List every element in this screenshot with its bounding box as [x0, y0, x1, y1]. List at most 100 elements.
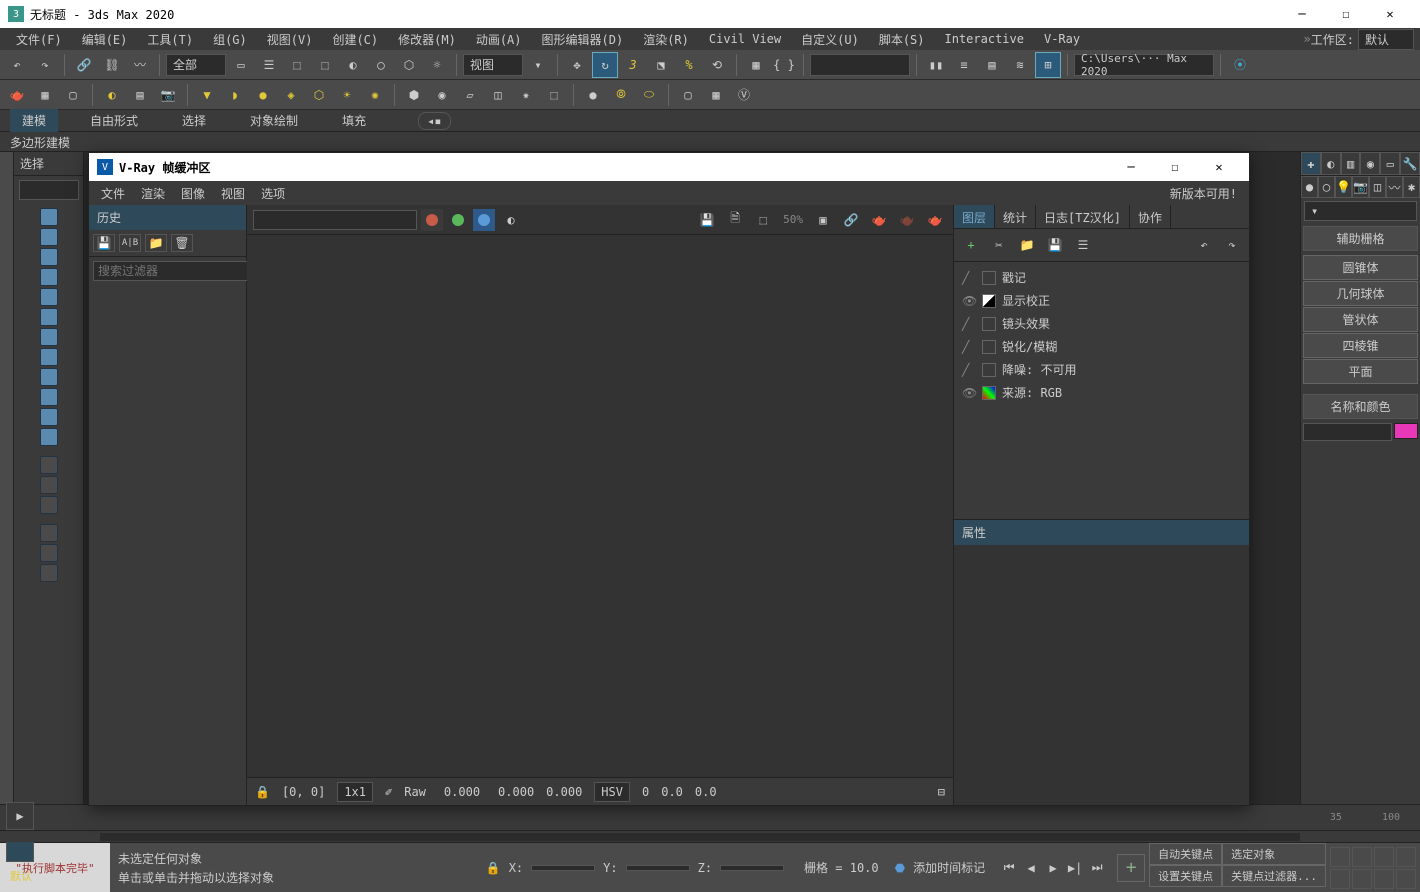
time-slider[interactable]	[0, 830, 1420, 842]
vfb-render-viewport[interactable]	[247, 235, 953, 777]
eye-icon[interactable]: ╱	[962, 340, 976, 354]
filter-misc2-icon[interactable]	[40, 476, 58, 494]
goto-start-button[interactable]: ⏮	[999, 858, 1019, 878]
vfb-maximize-button[interactable]: ☐	[1153, 153, 1197, 181]
ribbon-collapse-button[interactable]: ◂▪	[418, 112, 450, 130]
viewport-play-button[interactable]: ▶	[6, 802, 34, 830]
proxy-icon[interactable]: ⬢	[401, 82, 427, 108]
cmd-tab-hierarchy[interactable]: ▥	[1341, 152, 1361, 175]
goto-end-button[interactable]: ⏭	[1087, 858, 1107, 878]
eye-icon[interactable]: ╱	[962, 317, 976, 331]
set-key-button[interactable]: +	[1117, 854, 1145, 882]
vfb-open-icon[interactable]: ▢	[675, 82, 701, 108]
window-crossing-button[interactable]: ⬚	[312, 52, 338, 78]
vray-settings-icon[interactable]: ▦	[703, 82, 729, 108]
clipper-icon[interactable]: ◫	[485, 82, 511, 108]
scale-button[interactable]: 3	[620, 52, 646, 78]
workspace-selector[interactable]: 工作区: 默认	[1311, 29, 1414, 50]
vfb-title-bar[interactable]: V V-Ray 帧缓冲区 ─ ☐ ✕	[89, 153, 1249, 181]
vfb-channel-b-button[interactable]	[473, 209, 495, 231]
ribbon-tab-objectpaint[interactable]: 对象绘制	[238, 109, 310, 132]
create-geosphere-button[interactable]: 几何球体	[1303, 281, 1418, 306]
sub-helpers-icon[interactable]: ◫	[1369, 176, 1386, 198]
vfb-layer-add-icon[interactable]: +	[960, 235, 982, 255]
layers-button[interactable]: ≡	[951, 52, 977, 78]
toggle-ribbon-button[interactable]: ▤	[979, 52, 1005, 78]
rollout-name-header[interactable]: 名称和颜色	[1303, 394, 1418, 419]
menu-edit[interactable]: 编辑(E)	[72, 31, 138, 48]
align-button[interactable]: ▮▮	[923, 52, 949, 78]
rotate-button[interactable]: ↻	[592, 52, 618, 78]
create-tube-button[interactable]: 管状体	[1303, 307, 1418, 332]
time-tag-icon[interactable]: ⬣	[895, 861, 905, 875]
vfb-stop-button[interactable]: 🫖	[923, 208, 947, 232]
menu-vray[interactable]: V-Ray	[1034, 32, 1090, 46]
render-setup-icon[interactable]: ▦	[32, 82, 58, 108]
sub-systems-icon[interactable]: ✱	[1403, 176, 1420, 198]
vfb-render-button[interactable]: 🫖	[867, 208, 891, 232]
rollout-grid-header[interactable]: 辅助栅格	[1303, 226, 1418, 251]
create-pyramid-button[interactable]: 四棱锥	[1303, 333, 1418, 358]
material-editor-icon[interactable]: ◐	[99, 82, 125, 108]
fence-select-button[interactable]: ⬡	[396, 52, 422, 78]
select-object-button[interactable]: ▭	[228, 52, 254, 78]
eye-icon[interactable]: 👁	[962, 386, 976, 400]
ribbon-tab-selection[interactable]: 选择	[170, 109, 218, 132]
track-bar[interactable]: 35 100	[0, 804, 1420, 830]
ambient-icon[interactable]: ✺	[362, 82, 388, 108]
eye-icon[interactable]: 👁	[962, 294, 976, 308]
vfb-minimize-button[interactable]: ─	[1109, 153, 1153, 181]
vfb-layer-display-correction[interactable]: 👁 显示校正	[958, 289, 1245, 312]
filter-misc1-icon[interactable]	[40, 456, 58, 474]
filter-xrefs-icon[interactable]	[40, 348, 58, 366]
vfb-tab-log[interactable]: 日志[TZ汉化]	[1036, 205, 1130, 228]
vfb-layer-undo-icon[interactable]: ↶	[1193, 235, 1215, 255]
zoom-extents-button[interactable]	[1374, 847, 1394, 867]
vfb-channel-dropdown[interactable]	[253, 210, 417, 230]
plane-icon[interactable]: ▱	[457, 82, 483, 108]
vfb-tab-layers[interactable]: 图层	[954, 205, 995, 228]
render-frame-icon[interactable]: ▢	[60, 82, 86, 108]
filter-cameras-icon[interactable]	[40, 268, 58, 286]
menu-file[interactable]: 文件(F)	[6, 31, 72, 48]
select-by-name-button[interactable]: ☰	[256, 52, 282, 78]
fur-icon[interactable]: ◉	[429, 82, 455, 108]
placement-button[interactable]: ⬔	[648, 52, 674, 78]
vfb-layer-source[interactable]: 👁 来源: RGB	[958, 381, 1245, 404]
coord-z-input[interactable]	[720, 865, 784, 871]
project-path[interactable]: C:\Users\··· Max 2020	[1074, 54, 1214, 76]
ref-coord-dropdown[interactable]: 视图	[463, 54, 523, 76]
create-cone-button[interactable]: 圆锥体	[1303, 255, 1418, 280]
eye-icon[interactable]: ╱	[962, 271, 976, 285]
vfb-link-icon[interactable]: 🔗	[839, 208, 863, 232]
maximize-button[interactable]: ☐	[1324, 0, 1368, 28]
ribbon-tab-populate[interactable]: 填充	[330, 109, 378, 132]
vfb-clear-icon[interactable]: 🗎	[723, 208, 747, 232]
vfb-layer-stamp[interactable]: ╱ 戳记	[958, 266, 1245, 289]
category-dropdown[interactable]: ▾	[1304, 201, 1417, 221]
workspace-dropdown[interactable]: 默认	[1358, 29, 1414, 50]
spinner-snap-button[interactable]: ⟲	[704, 52, 730, 78]
menu-tools[interactable]: 工具(T)	[137, 31, 203, 48]
instancer-icon[interactable]: ⬚	[541, 82, 567, 108]
filter-funnel2-icon[interactable]	[40, 544, 58, 562]
redo-button[interactable]: ↷	[32, 52, 58, 78]
sub-geometry-icon[interactable]: ●	[1301, 176, 1318, 198]
vfb-history-save-icon[interactable]: 💾	[93, 234, 115, 252]
mesh-light-icon[interactable]: ◈	[278, 82, 304, 108]
sphere-icon[interactable]: ●	[580, 82, 606, 108]
move-button[interactable]: ✥	[564, 52, 590, 78]
maximize-viewport-button[interactable]	[1396, 869, 1416, 889]
menu-customize[interactable]: 自定义(U)	[791, 31, 869, 48]
coord-x-input[interactable]	[531, 865, 595, 871]
percent-snap-button[interactable]: %	[676, 52, 702, 78]
eye-icon[interactable]: ╱	[962, 363, 976, 377]
paint-select-button[interactable]: ◐	[340, 52, 366, 78]
sub-cameras-icon[interactable]: 📷	[1352, 176, 1369, 198]
vfb-history-search[interactable]	[93, 261, 256, 281]
vfb-region-icon[interactable]: ⬚	[751, 208, 775, 232]
camera-icon[interactable]: 📷	[155, 82, 181, 108]
cmd-tab-motion[interactable]: ◉	[1360, 152, 1380, 175]
color-picker-icon[interactable]: ✐	[385, 785, 392, 799]
vfb-tab-stats[interactable]: 统计	[995, 205, 1036, 228]
